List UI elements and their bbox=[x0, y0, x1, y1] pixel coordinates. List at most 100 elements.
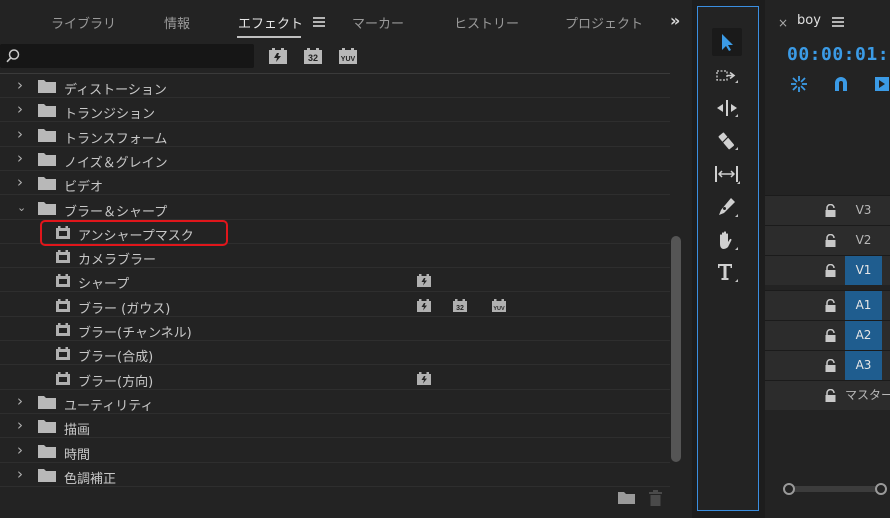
slip-icon bbox=[715, 166, 740, 184]
tab-markers[interactable]: マーカー bbox=[352, 13, 404, 32]
chevron-right-icon[interactable]: › bbox=[17, 149, 23, 167]
source-patch-a2[interactable]: A2 bbox=[845, 321, 882, 350]
track-name[interactable]: V3 bbox=[845, 196, 882, 225]
tab-info[interactable]: 情報 bbox=[164, 13, 190, 32]
track-header-a2[interactable]: A2 bbox=[765, 320, 890, 350]
track-header-a1[interactable]: A1 bbox=[765, 290, 890, 320]
track-select-tool[interactable] bbox=[712, 62, 742, 90]
ripple-edit-icon bbox=[717, 100, 738, 117]
track-header-v1[interactable]: V1 bbox=[765, 255, 890, 285]
effect-folder-row[interactable]: › ユーティリティ bbox=[0, 390, 670, 414]
add-marker-icon[interactable] bbox=[873, 75, 890, 93]
new-bin-icon[interactable] bbox=[618, 491, 635, 504]
type-tool[interactable] bbox=[712, 258, 742, 286]
effect-item-row[interactable]: シャープ bbox=[0, 268, 670, 293]
lock-icon[interactable] bbox=[825, 329, 836, 342]
effect-icon bbox=[56, 250, 70, 264]
zoom-scrollbar[interactable] bbox=[783, 482, 887, 496]
folder-label: ビデオ bbox=[64, 180, 104, 196]
effect-item-row[interactable]: ブラー(方向) bbox=[0, 366, 670, 390]
effect-folder-row[interactable]: › ディストーション bbox=[0, 74, 670, 98]
effect-folder-row[interactable]: › 色調補正 bbox=[0, 463, 670, 487]
pen-tool[interactable] bbox=[712, 193, 742, 221]
effect-folder-row[interactable]: › トランスフォーム bbox=[0, 123, 670, 147]
folder-icon bbox=[38, 395, 56, 409]
effect-label: ブラー(方向) bbox=[78, 374, 154, 390]
chevron-right-icon[interactable]: › bbox=[17, 416, 23, 434]
chevron-right-icon[interactable]: › bbox=[17, 465, 23, 483]
chevron-right-icon[interactable]: › bbox=[17, 441, 23, 459]
chevron-right-icon[interactable]: › bbox=[17, 125, 23, 143]
folder-icon bbox=[38, 104, 56, 118]
effect-icon bbox=[56, 298, 70, 312]
linked-selection-icon[interactable] bbox=[832, 75, 850, 93]
snap-icon[interactable] bbox=[790, 75, 808, 93]
folder-icon bbox=[38, 152, 56, 166]
track-header-v2[interactable]: V2 bbox=[765, 225, 890, 255]
lock-icon[interactable] bbox=[825, 389, 836, 402]
trash-icon[interactable] bbox=[649, 490, 662, 506]
source-patch-a1[interactable]: A1 bbox=[845, 291, 882, 320]
tab-libraries[interactable]: ライブラリ bbox=[51, 13, 116, 32]
effect-folder-row[interactable]: › ビデオ bbox=[0, 171, 670, 196]
folder-icon bbox=[38, 468, 56, 482]
lock-icon[interactable] bbox=[825, 299, 836, 312]
vertical-scrollbar[interactable] bbox=[671, 236, 681, 462]
lock-icon[interactable] bbox=[825, 234, 836, 247]
search-icon bbox=[6, 49, 20, 63]
folder-label: トランスフォーム bbox=[64, 131, 168, 147]
track-header-master[interactable]: マスター bbox=[765, 380, 890, 410]
effect-icon bbox=[56, 323, 70, 336]
effect-item-row[interactable]: カメラブラー bbox=[0, 244, 670, 269]
effect-icon bbox=[56, 347, 70, 361]
folder-icon bbox=[38, 444, 56, 458]
razor-tool[interactable] bbox=[712, 127, 742, 155]
tab-project[interactable]: プロジェクト bbox=[565, 13, 643, 32]
tab-overflow-icon[interactable]: » bbox=[670, 11, 680, 30]
chevron-right-icon[interactable]: › bbox=[17, 392, 23, 410]
effect-folder-row[interactable]: › 描画 bbox=[0, 414, 670, 439]
chevron-down-icon[interactable]: ⌄ bbox=[17, 201, 26, 214]
ripple-edit-tool[interactable] bbox=[712, 94, 742, 122]
svg-text:32: 32 bbox=[308, 53, 318, 63]
sequence-tab-title[interactable]: boy bbox=[797, 13, 821, 28]
track-header-v3[interactable]: V3 bbox=[765, 195, 890, 225]
lock-icon[interactable] bbox=[825, 359, 836, 372]
chevron-right-icon[interactable]: › bbox=[17, 76, 23, 94]
selection-tool[interactable] bbox=[712, 28, 742, 56]
folder-label: 時間 bbox=[64, 447, 91, 463]
chevron-right-icon[interactable]: › bbox=[17, 173, 23, 191]
lock-icon[interactable] bbox=[825, 204, 836, 217]
effect-item-row[interactable]: ブラー(チャンネル) bbox=[0, 317, 670, 341]
effect-folder-row[interactable]: › トランジション bbox=[0, 98, 670, 123]
panel-menu-icon[interactable] bbox=[313, 17, 325, 28]
tab-history[interactable]: ヒストリー bbox=[454, 13, 519, 32]
slip-tool[interactable] bbox=[712, 160, 742, 188]
source-patch-a3[interactable]: A3 bbox=[845, 351, 882, 380]
yuv-filter-button[interactable]: YUV bbox=[338, 47, 358, 65]
close-icon[interactable]: × bbox=[778, 16, 788, 30]
effect-folder-row[interactable]: › 時間 bbox=[0, 439, 670, 463]
effect-label: ブラー(合成) bbox=[78, 350, 154, 366]
svg-text:YUV: YUV bbox=[493, 306, 505, 312]
track-name[interactable]: V2 bbox=[845, 226, 882, 255]
effect-item-row[interactable]: ブラー (ガウス) 32 YUV bbox=[0, 293, 670, 317]
lock-icon[interactable] bbox=[825, 264, 836, 277]
accelerated-effects-filter-button[interactable] bbox=[268, 47, 288, 65]
panel-tab-bar: ライブラリ 情報 エフェクト マーカー ヒストリー プロジェクト » bbox=[0, 0, 692, 42]
source-patch-v1[interactable]: V1 bbox=[845, 256, 882, 285]
effect-label: ブラー (ガウス) bbox=[78, 301, 171, 317]
effect-folder-row[interactable]: ⌄ ブラー＆シャープ bbox=[0, 196, 670, 220]
playhead-timecode[interactable]: 00:00:01:0 bbox=[787, 44, 890, 65]
effect-folder-row[interactable]: › ノイズ＆グレイン bbox=[0, 147, 670, 171]
tab-effects[interactable]: エフェクト bbox=[238, 13, 303, 32]
highlight-annotation bbox=[40, 220, 228, 246]
hand-tool[interactable] bbox=[712, 226, 742, 254]
32bit-filter-button[interactable]: 32 bbox=[303, 47, 323, 65]
search-input[interactable] bbox=[0, 44, 254, 68]
track-header-a3[interactable]: A3 bbox=[765, 350, 890, 380]
effect-item-row[interactable]: ブラー(合成) bbox=[0, 341, 670, 366]
panel-menu-icon[interactable] bbox=[832, 17, 844, 28]
chevron-right-icon[interactable]: › bbox=[17, 100, 23, 118]
accelerated-badge-icon bbox=[417, 274, 431, 288]
